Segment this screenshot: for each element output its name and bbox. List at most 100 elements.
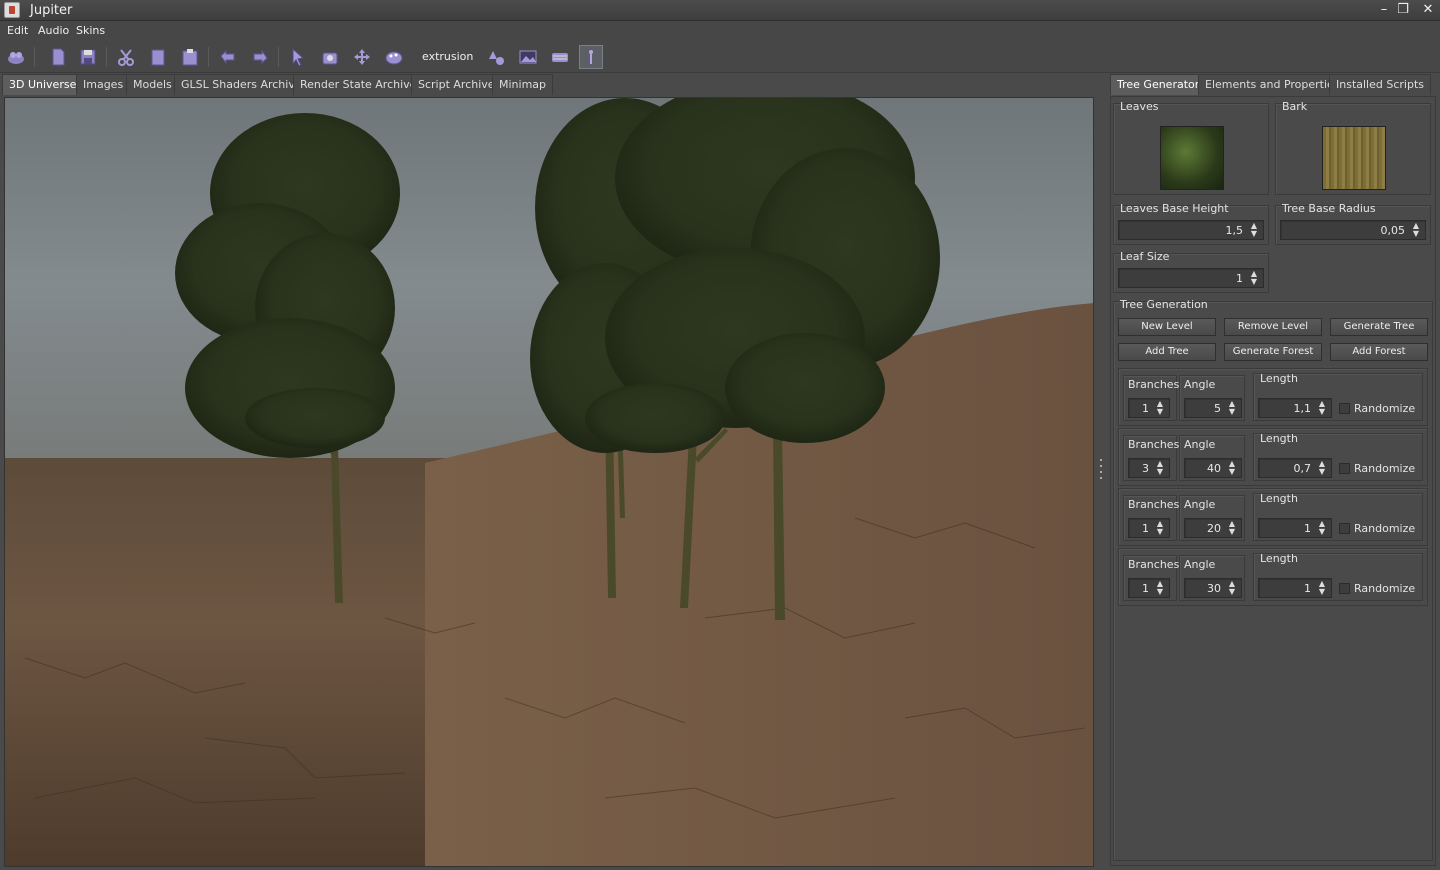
tab-elements-properties[interactable]: Elements and Properties [1198,74,1347,95]
randomize-label[interactable]: Randomize [1354,402,1415,415]
terrain-image-icon[interactable] [516,45,540,69]
length-spinner[interactable]: 0,7 ▲ ▼ [1258,458,1332,478]
tab-tree-generator[interactable]: Tree Generator [1110,74,1207,95]
menu-edit[interactable]: Edit [7,24,28,37]
add-tree-button[interactable]: Add Tree [1118,343,1216,361]
length-value[interactable]: 1 [1304,522,1311,535]
restore-button[interactable]: ❐ [1395,2,1411,18]
undo-icon[interactable] [216,45,240,69]
spinner-down-icon[interactable]: ▼ [1155,588,1165,596]
tree-generation-label: Tree Generation [1120,298,1208,311]
generate-forest-button[interactable]: Generate Forest [1224,343,1322,361]
randomize-label[interactable]: Randomize [1354,462,1415,475]
3d-viewport[interactable] [4,97,1094,867]
branches-value[interactable]: 1 [1142,402,1149,415]
spinner-down-icon[interactable]: ▼ [1317,408,1327,416]
tree-base-radius-value[interactable]: 0,05 [1381,224,1406,237]
move-icon[interactable] [350,45,374,69]
leaf-size-spinner[interactable]: 1 ▲ ▼ [1118,268,1264,288]
select-pointer-icon[interactable] [286,45,310,69]
tab-models[interactable]: Models [126,74,179,95]
new-file-icon[interactable] [46,45,70,69]
camera-icon[interactable] [318,45,342,69]
tab-3d-universe[interactable]: 3D Universe [2,74,84,95]
branches-value[interactable]: 1 [1142,522,1149,535]
leaves-texture-thumbnail[interactable] [1160,126,1224,190]
randomize-label[interactable]: Randomize [1354,522,1415,535]
new-level-button[interactable]: New Level [1118,318,1216,336]
spinner-down-icon[interactable]: ▼ [1155,528,1165,536]
spinner-down-icon[interactable]: ▼ [1155,468,1165,476]
angle-spinner[interactable]: 5 ▲ ▼ [1184,398,1242,418]
branches-spinner[interactable]: 1 ▲ ▼ [1128,398,1170,418]
window-title: Jupiter [30,3,73,18]
minimize-button[interactable]: – [1376,2,1392,18]
redo-icon[interactable] [248,45,272,69]
scene-render[interactable] [5,98,1094,867]
tab-script-archive[interactable]: Script Archive [411,74,502,95]
branches-spinner[interactable]: 3 ▲ ▼ [1128,458,1170,478]
angle-spinner[interactable]: 30 ▲ ▼ [1184,578,1242,598]
branches-value[interactable]: 3 [1142,462,1149,475]
remove-level-button[interactable]: Remove Level [1224,318,1322,336]
tab-render-state[interactable]: Render State Archive [293,74,424,95]
bark-texture-thumbnail[interactable] [1322,126,1386,190]
app-logo-icon[interactable] [4,45,28,69]
shapes-icon[interactable] [484,45,508,69]
spinner-down-icon[interactable]: ▼ [1317,468,1327,476]
spinner-down-icon[interactable]: ▼ [1155,408,1165,416]
cut-icon[interactable] [114,45,138,69]
menu-audio[interactable]: Audio [38,24,69,37]
paste-icon[interactable] [178,45,202,69]
randomize-checkbox[interactable] [1339,403,1350,414]
angle-value[interactable]: 30 [1207,582,1221,595]
randomize-label[interactable]: Randomize [1354,582,1415,595]
leaves-base-height-spinner[interactable]: 1,5 ▲ ▼ [1118,220,1264,240]
angle-value[interactable]: 40 [1207,462,1221,475]
spinner-down-icon[interactable]: ▼ [1227,468,1237,476]
spinner-down-icon[interactable]: ▼ [1249,278,1259,286]
angle-spinner[interactable]: 20 ▲ ▼ [1184,518,1242,538]
branches-spinner[interactable]: 1 ▲ ▼ [1128,578,1170,598]
length-value[interactable]: 1 [1304,582,1311,595]
spinner-down-icon[interactable]: ▼ [1227,588,1237,596]
water-icon[interactable] [548,45,572,69]
tab-minimap[interactable]: Minimap [492,74,554,95]
angle-spinner[interactable]: 40 ▲ ▼ [1184,458,1242,478]
tree-base-radius-spinner[interactable]: 0,05 ▲ ▼ [1280,220,1426,240]
spinner-down-icon[interactable]: ▼ [1227,408,1237,416]
length-spinner[interactable]: 1,1 ▲ ▼ [1258,398,1332,418]
angle-value[interactable]: 5 [1214,402,1221,415]
tree-tool-icon[interactable] [579,45,603,69]
randomize-checkbox[interactable] [1339,523,1350,534]
extrusion-label[interactable]: extrusion [422,50,473,63]
spinner-down-icon[interactable]: ▼ [1411,230,1421,238]
randomize-checkbox[interactable] [1339,463,1350,474]
angle-value[interactable]: 20 [1207,522,1221,535]
randomize-checkbox[interactable] [1339,583,1350,594]
spinner-down-icon[interactable]: ▼ [1227,528,1237,536]
spinner-down-icon[interactable]: ▼ [1249,230,1259,238]
length-spinner[interactable]: 1 ▲ ▼ [1258,578,1332,598]
length-spinner[interactable]: 1 ▲ ▼ [1258,518,1332,538]
spinner-down-icon[interactable]: ▼ [1317,588,1327,596]
tab-installed-scripts[interactable]: Installed Scripts [1329,74,1431,95]
spinner-down-icon[interactable]: ▼ [1317,528,1327,536]
copy-icon[interactable] [146,45,170,69]
tab-images[interactable]: Images [76,74,131,95]
panel-splitter[interactable] [1096,97,1106,867]
paint-palette-icon[interactable] [382,45,406,69]
branches-spinner[interactable]: 1 ▲ ▼ [1128,518,1170,538]
tab-glsl-shaders[interactable]: GLSL Shaders Archive [174,74,309,95]
menu-skins[interactable]: Skins [76,24,105,37]
leaf-size-value[interactable]: 1 [1236,272,1243,285]
close-button[interactable]: ✕ [1420,2,1436,18]
leaves-base-height-value[interactable]: 1,5 [1226,224,1244,237]
generate-tree-button[interactable]: Generate Tree [1330,318,1428,336]
length-value[interactable]: 1,1 [1294,402,1312,415]
branches-value[interactable]: 1 [1142,582,1149,595]
add-forest-button[interactable]: Add Forest [1330,343,1428,361]
save-icon[interactable] [76,45,100,69]
length-value[interactable]: 0,7 [1294,462,1312,475]
length-label: Length [1260,432,1298,445]
